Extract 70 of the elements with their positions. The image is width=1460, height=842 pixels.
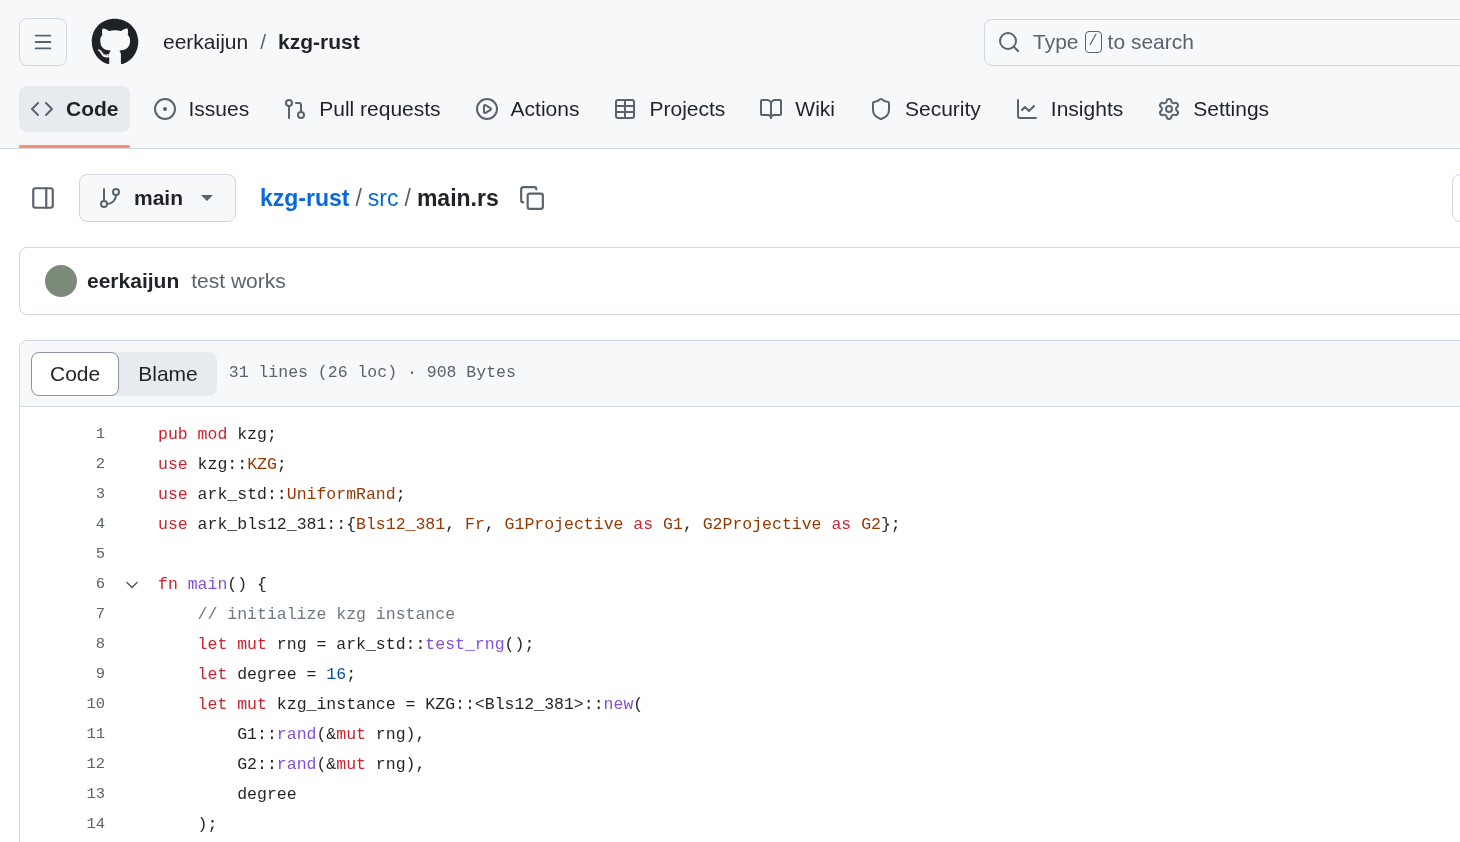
code-line: use kzg::KZG; <box>158 453 287 476</box>
caret-icon <box>201 195 213 201</box>
nav-tab[interactable]: Insights <box>1003 86 1135 132</box>
line-number: 6 <box>94 574 105 596</box>
line-number: 5 <box>94 544 105 566</box>
table-icon <box>613 97 638 121</box>
line-number: 14 <box>85 814 105 836</box>
code-line: let mut rng = ark_std::test_rng(); <box>196 633 535 656</box>
path-separator: / <box>260 29 267 56</box>
nav-tab[interactable]: Security <box>858 86 992 132</box>
view-tab[interactable]: Blame <box>119 351 217 396</box>
code-line: G1::rand(&mut rng), <box>236 723 426 746</box>
key-hint: / <box>1084 31 1102 53</box>
shield-icon <box>869 97 893 121</box>
nav-tab[interactable]: Issues <box>141 86 261 132</box>
line-number: 12 <box>85 754 105 776</box>
path-separator: / <box>355 183 362 213</box>
file-info: 31 lines (26 loc) · 908 Bytes <box>228 362 516 385</box>
nav-tab[interactable]: Actions <box>463 86 591 132</box>
panel-icon <box>30 185 56 211</box>
nav-tab[interactable]: Pull requests <box>272 86 452 132</box>
line-number: 2 <box>94 454 105 476</box>
owner-link[interactable]: eerkaijun <box>163 26 249 58</box>
copy-icon <box>518 185 545 211</box>
code-line: use ark_std::UniformRand; <box>158 483 406 506</box>
code-line: ); <box>196 813 218 836</box>
line-number: 8 <box>94 634 105 656</box>
code-line: pub mod kzg; <box>158 423 277 446</box>
branch-button[interactable]: main <box>79 174 236 222</box>
book-icon <box>759 97 784 121</box>
line-number: 11 <box>85 724 105 746</box>
search-field[interactable]: Type / to search <box>984 18 1460 66</box>
pull-request-icon <box>283 97 308 121</box>
avatar-photo-placeholder <box>45 265 77 297</box>
nav-tab[interactable]: Wiki <box>748 86 846 132</box>
breadcrumb-link[interactable]: src <box>367 180 399 216</box>
breadcrumb-link[interactable]: kzg-rust <box>260 180 350 216</box>
commit-message[interactable]: test works <box>191 265 286 297</box>
branch-icon <box>98 186 122 210</box>
nav-tab[interactable]: Projects <box>602 86 737 132</box>
code-line: degree <box>236 783 297 806</box>
code-line: G2::rand(&mut rng), <box>236 753 426 776</box>
line-number: 4 <box>94 514 105 536</box>
line-number: 9 <box>94 664 105 686</box>
graph-icon <box>1014 97 1039 121</box>
line-number: 13 <box>85 784 105 806</box>
sidebar-toggle-button[interactable] <box>30 185 56 211</box>
path-separator: / <box>404 183 411 213</box>
logo-icon <box>91 18 139 66</box>
code-line: fn main() { <box>158 573 267 596</box>
search-icon <box>997 30 1021 54</box>
copy-path-button[interactable] <box>518 185 545 211</box>
code-line: // initialize kzg instance <box>196 603 456 626</box>
view-tab[interactable]: Code <box>31 351 120 396</box>
line-number: 1 <box>94 424 105 446</box>
code-line: let degree = 16; <box>196 663 357 686</box>
repo-link[interactable]: kzg-rust <box>278 26 360 58</box>
line-number: 10 <box>85 694 105 716</box>
code-line: use ark_bls12_381::{Bls12_381, Fr, G1Projective as G1, G2Projective as G2}; <box>158 513 901 536</box>
play-icon <box>474 97 499 121</box>
nav-tab[interactable]: Settings <box>1146 86 1281 132</box>
nav-tab[interactable]: Code <box>19 86 130 132</box>
line-number: 7 <box>94 604 105 626</box>
file-name: main.rs <box>416 183 499 213</box>
code-line: let mut kzg_instance = KZG::<Bls12_381>::new( <box>196 693 644 716</box>
menu-button[interactable] <box>19 18 67 66</box>
line-number: 3 <box>94 484 105 506</box>
settings-icon <box>1157 97 1182 121</box>
commit-author[interactable]: eerkaijun <box>87 265 180 297</box>
circle-dot-icon <box>152 97 177 121</box>
